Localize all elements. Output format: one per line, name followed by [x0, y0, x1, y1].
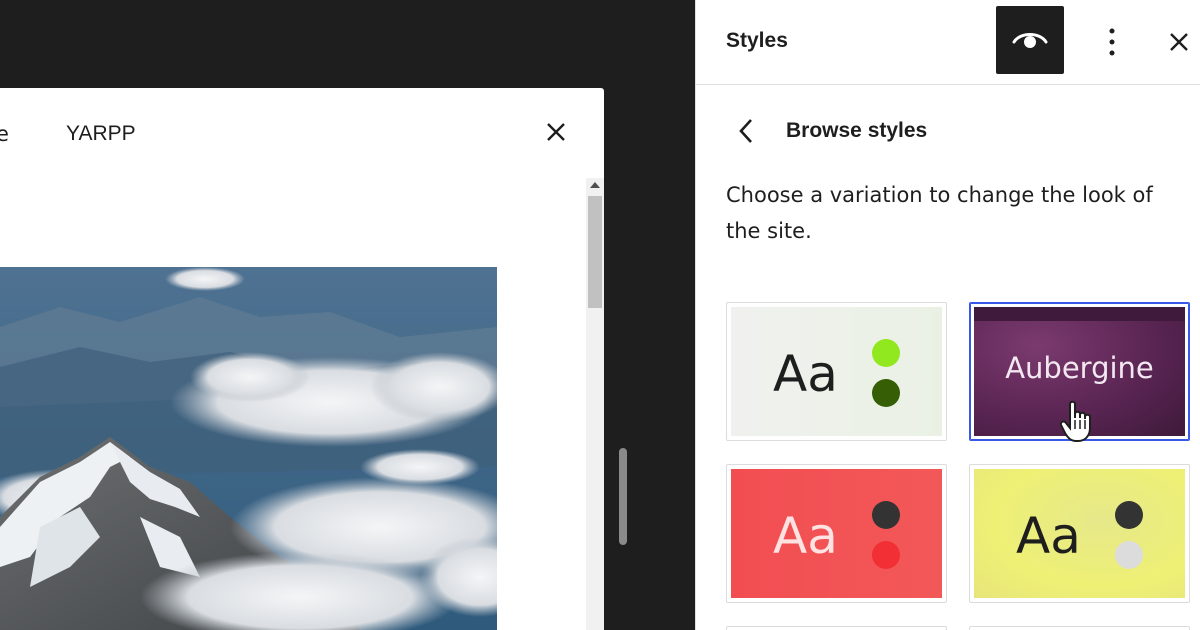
preview-header-bar: [974, 307, 1185, 321]
tab-yarpp[interactable]: YARPP: [66, 122, 136, 146]
editor-canvas: e YARPP: [0, 0, 695, 630]
variation-label: Aubergine: [1005, 351, 1154, 385]
more-vertical-icon: [1109, 28, 1115, 56]
close-icon: [547, 123, 565, 141]
mountain-image: [0, 267, 497, 630]
styles-sidebar: Styles Browse styles Choose a variation …: [695, 0, 1200, 630]
back-button[interactable]: [732, 115, 760, 147]
scroll-thumb[interactable]: [588, 196, 602, 308]
browse-styles-description: Choose a variation to change the look of…: [726, 183, 1153, 243]
modal-close-button[interactable]: [540, 116, 572, 148]
style-variation-yellow[interactable]: Aa: [969, 464, 1190, 603]
color-swatch-secondary: [1115, 541, 1143, 569]
more-options-button[interactable]: [1096, 22, 1128, 62]
color-swatch-secondary: [872, 379, 900, 407]
style-variation-aubergine[interactable]: Aubergine: [969, 302, 1190, 441]
color-swatch-secondary: [872, 541, 900, 569]
color-swatch-primary: [872, 501, 900, 529]
style-preview: Aa: [974, 469, 1185, 598]
color-swatch-primary: [872, 339, 900, 367]
modal-tab-bar: e YARPP: [0, 88, 604, 178]
browse-styles-title: Browse styles: [786, 119, 928, 142]
typography-sample: Aa: [1016, 507, 1081, 565]
sidebar-header: Styles: [696, 0, 1200, 85]
style-variation-default[interactable]: Aa: [726, 302, 947, 441]
style-variation-next-1[interactable]: [726, 626, 947, 630]
style-variation-next-2[interactable]: [969, 626, 1190, 630]
sidebar-title: Styles: [726, 29, 788, 52]
close-icon: [1170, 33, 1188, 51]
mountain-photo: [0, 267, 497, 630]
style-preview: Aubergine: [974, 307, 1185, 436]
style-preview: Aa: [731, 307, 942, 436]
scroll-up-arrow-icon[interactable]: [590, 182, 600, 188]
style-variation-red[interactable]: Aa: [726, 464, 947, 603]
preview-button[interactable]: [996, 6, 1064, 74]
tab-partial[interactable]: e: [0, 122, 9, 146]
eye-icon: [1012, 33, 1048, 48]
modal-dialog: e YARPP: [0, 88, 604, 630]
typography-sample: Aa: [773, 345, 838, 403]
modal-scrollbar[interactable]: [586, 178, 604, 630]
color-swatch-primary: [1115, 501, 1143, 529]
style-preview: Aa: [731, 469, 942, 598]
chevron-left-icon: [739, 119, 752, 143]
sidebar-close-button[interactable]: [1163, 26, 1195, 58]
typography-sample: Aa: [773, 507, 838, 565]
canvas-scrollbar[interactable]: [619, 448, 627, 545]
